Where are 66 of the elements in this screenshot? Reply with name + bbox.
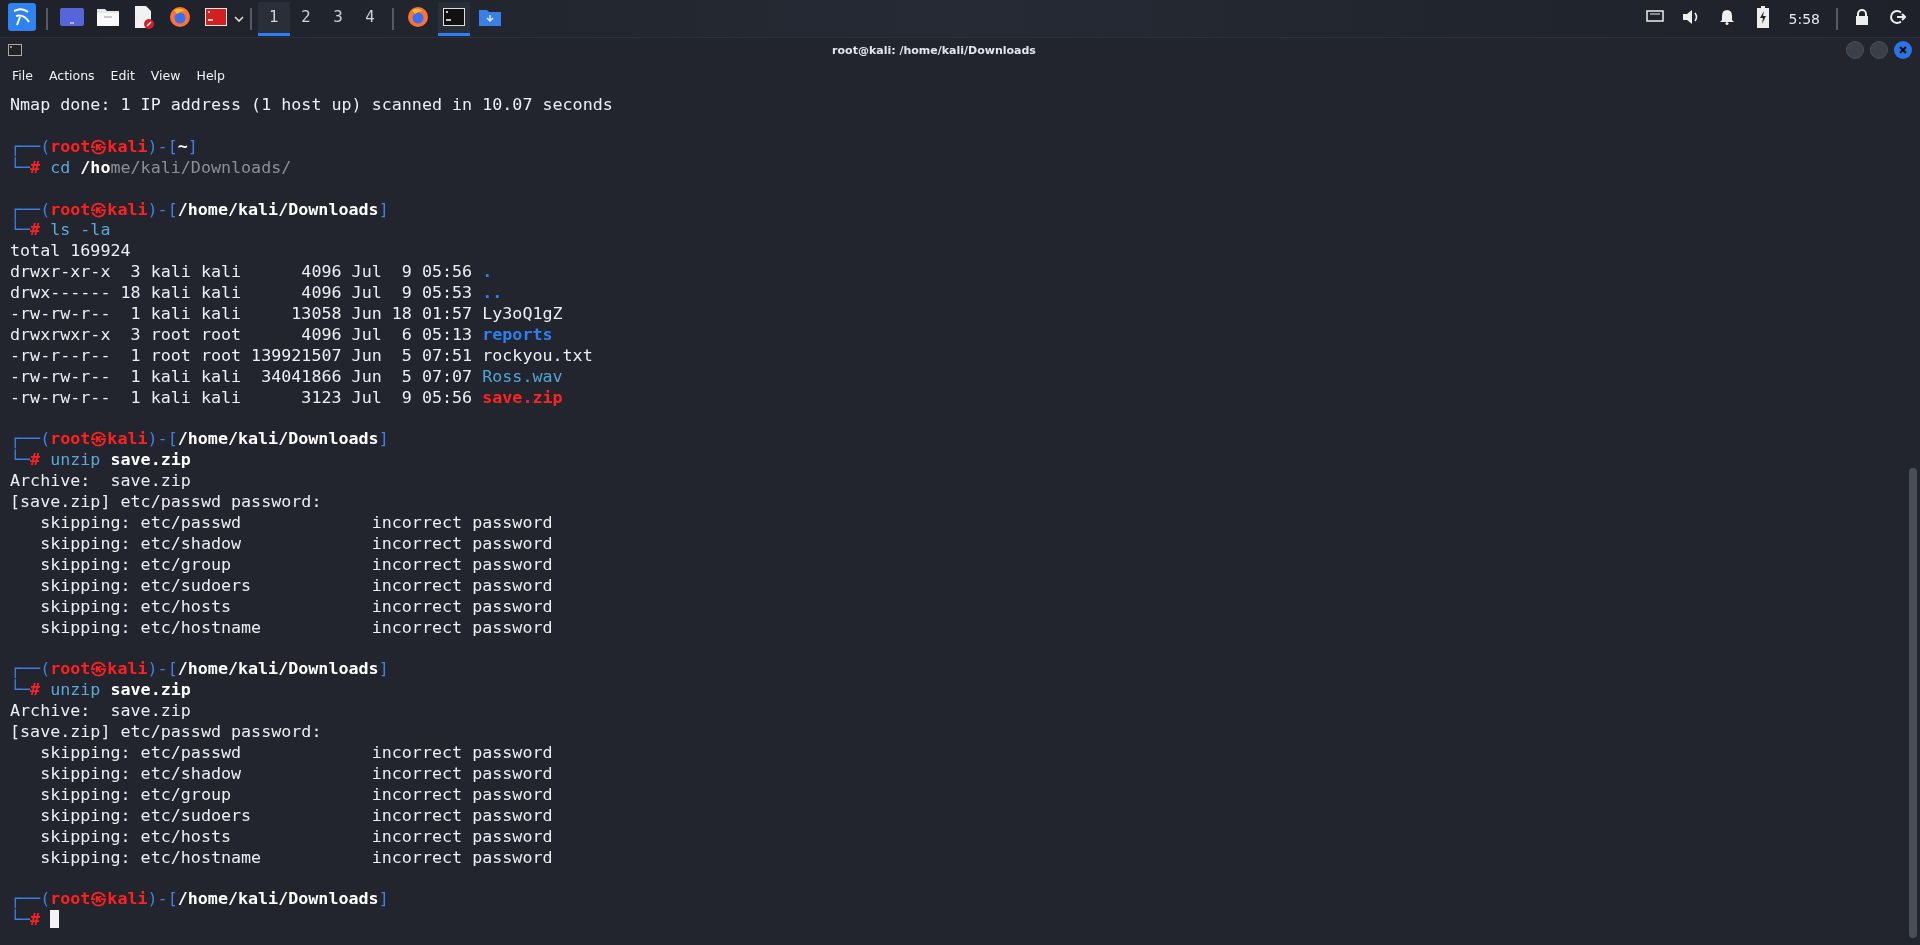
kali-logo-icon[interactable] xyxy=(8,3,36,31)
terminal-line: skipping: etc/hosts incorrect password xyxy=(39,825,553,847)
terminal-line: ┌──(root㉿kali)-[/home/kali/Downloads] xyxy=(10,658,389,680)
terminal-line: skipping: etc/hosts incorrect password xyxy=(39,595,553,617)
volume-icon[interactable] xyxy=(1681,9,1700,25)
terminal-line: └─# unzip save.zip xyxy=(10,449,191,471)
menu-item[interactable]: Help xyxy=(190,65,231,85)
menu-item[interactable]: Edit xyxy=(104,65,141,85)
terminal-icon xyxy=(8,44,22,56)
terminal-line: -rw-rw-r-- 1 kali kali 13058 Jun 18 01:57 Ly3oQ1gZ xyxy=(10,303,563,324)
terminal-line: Archive: save.zip xyxy=(10,470,191,492)
terminal-line: total 169924 xyxy=(10,240,131,262)
terminal-line: drwx------ 18 kali kali 4096 Jul 9 05:53 .. xyxy=(10,282,503,304)
workspace-button[interactable]: 4 xyxy=(354,1,386,36)
terminal-line: skipping: etc/group incorrect password xyxy=(39,553,553,575)
terminal-line: ┌──(root㉿kali)-[~] xyxy=(10,135,198,157)
terminal-line: skipping: etc/shadow incorrect password xyxy=(39,533,553,554)
network-icon[interactable] xyxy=(1645,10,1664,24)
clock[interactable]: 5:58 xyxy=(1788,10,1820,27)
terminal-line: ┌──(root㉿kali)-[/home/kali/Downloads] xyxy=(10,888,389,910)
text-cursor xyxy=(50,910,60,929)
menu-item[interactable]: File xyxy=(6,65,39,85)
battery-icon[interactable] xyxy=(1756,6,1769,28)
terminal-line: └─# xyxy=(10,909,60,931)
terminal-icon[interactable] xyxy=(205,8,227,26)
folder-icon[interactable] xyxy=(96,7,120,27)
workspace-button[interactable]: 2 xyxy=(290,1,322,36)
workspace-button[interactable]: 3 xyxy=(322,1,354,36)
terminal-line: └─# unzip save.zip xyxy=(10,679,191,701)
terminal-line: -rw-rw-r-- 1 kali kali 3123 Jul 9 05:56 save.zip xyxy=(10,386,563,408)
folder-icon xyxy=(478,7,502,27)
terminal-line: [save.zip] etc/passwd password: xyxy=(10,721,322,743)
bell-icon[interactable] xyxy=(1718,9,1735,25)
close-icon[interactable] xyxy=(1894,41,1912,59)
terminal-line: drwxrwxr-x 3 root root 4096 Jul 6 05:13 reports xyxy=(10,323,553,345)
terminal-line: -rw-rw-r-- 1 kali kali 34041866 Jun 5 07:07 Ross.wav xyxy=(10,365,563,387)
terminal-line: drwxr-xr-x 3 kali kali 4096 Jul 9 05:56 . xyxy=(10,261,493,283)
caret-icon[interactable] xyxy=(234,14,244,23)
browser-icon xyxy=(406,5,430,29)
terminal-line: ┌──(root㉿kali)-[/home/kali/Downloads] xyxy=(10,198,389,220)
workspace-button[interactable]: 1 xyxy=(258,1,290,36)
terminal-line: skipping: etc/hostname incorrect password xyxy=(39,616,553,638)
scrollbar-thumb[interactable] xyxy=(1909,468,1917,938)
terminal-line: skipping: etc/passwd incorrect password xyxy=(39,512,553,533)
task-button[interactable] xyxy=(438,1,470,36)
terminal-line: skipping: etc/group incorrect password xyxy=(39,783,553,805)
terminal-line: -rw-r--r-- 1 root root 139921507 Jun 5 07:51 rockyou.txt xyxy=(10,344,593,366)
menu-item[interactable]: View xyxy=(144,65,187,85)
text-editor-icon[interactable] xyxy=(133,5,155,29)
terminal-line: └─# ls -la xyxy=(10,219,111,241)
terminal-line: Archive: save.zip xyxy=(10,700,191,722)
logout-icon[interactable] xyxy=(1890,9,1906,25)
terminal-line: ┌──(root㉿kali)-[/home/kali/Downloads] xyxy=(10,428,389,450)
terminal-line: skipping: etc/hostname incorrect password xyxy=(39,846,553,868)
terminal-line: └─# cd /home/kali/Downloads/ xyxy=(10,156,292,178)
terminal-line: skipping: etc/sudoers incorrect password xyxy=(39,804,553,826)
terminal-line: [save.zip] etc/passwd password: xyxy=(10,491,322,513)
terminal-line: skipping: etc/passwd incorrect password xyxy=(39,742,553,763)
terminal-icon xyxy=(443,8,465,26)
menu-item[interactable]: Actions xyxy=(42,65,101,85)
window-title: root@kali: /home/kali/Downloads xyxy=(831,43,1037,57)
terminal-line: Nmap done: 1 IP address (1 host up) scanned in 10.07 seconds xyxy=(10,94,613,115)
lock-icon[interactable] xyxy=(1855,9,1869,25)
terminal-line: skipping: etc/sudoers incorrect password xyxy=(39,574,553,596)
terminal-line: skipping: etc/shadow incorrect password xyxy=(39,762,553,784)
browser-icon[interactable] xyxy=(168,5,192,29)
